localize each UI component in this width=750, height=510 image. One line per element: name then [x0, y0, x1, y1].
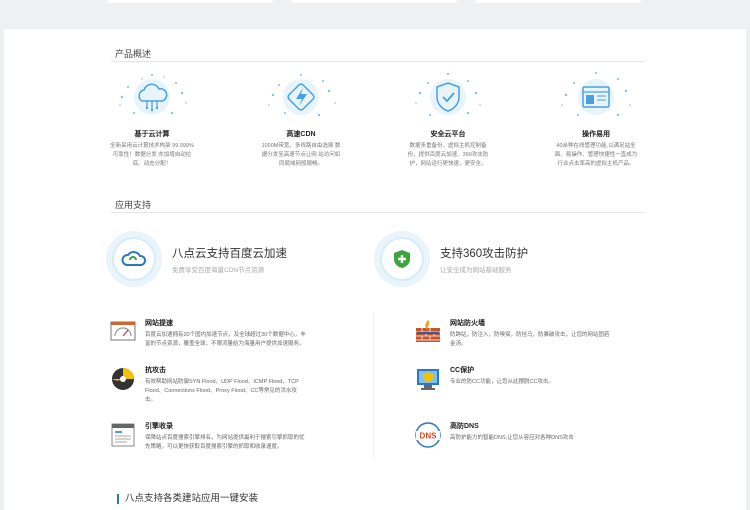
top-card — [475, 0, 641, 3]
feature-title: 安全云平台 — [430, 131, 466, 138]
fast-cdn-icon — [268, 74, 336, 117]
support-item-speed: 网站提速 百度云加速拥有20个国内加速节点，及全球超过30个数据中心，丰 富的节点… — [109, 318, 365, 349]
overview-divider — [111, 61, 645, 62]
overview-title: 产品概述 — [115, 49, 152, 59]
feature-title: 基于云计算 — [134, 131, 170, 138]
feature-desc: 40余种在线管理功能,以满足站全 面、易操作、管理快捷性一直成为 行业点击率高的虚拟… — [554, 143, 638, 167]
feature-title: 高速CDN — [286, 131, 316, 138]
support-card-title: 八点云支持百度云加速 — [172, 247, 287, 260]
svg-text:DNS: DNS — [420, 432, 438, 441]
firewall-icon — [416, 320, 440, 342]
anti-attack-icon — [112, 368, 134, 390]
feature-easy: 操作易用 40余种在线管理功能,以满足站全 面、易操作、管理快捷性一直成为 行业点击… — [541, 69, 651, 169]
feature-desc: 数据多重备份，虚拟主机控制备 份，提供百度云加速、360攻击防 护，网站运行更快速，… — [407, 143, 489, 167]
feature-desc: 全新采用云计算技术构架 99.999% 可靠性！数据分发 亦加增自动拉 底、动态分配… — [110, 143, 194, 167]
support-divider — [111, 212, 645, 213]
top-card — [107, 0, 273, 3]
item-desc: 有效帮助网站防御SYN Flood、UDP Flood、ICMP Flood、T… — [145, 379, 299, 403]
feature-cloud: 基于云计算 全新采用云计算技术构架 99.999% 可靠性！数据分发 亦加增自动拉… — [97, 69, 207, 169]
support-card-sub: 免费享受百度海量CDN节点资源 — [172, 266, 265, 274]
item-title: 高防DNS — [450, 423, 479, 430]
support-item-cc: CC保护 专业的防CC功能，让您从此摆脱CC攻击。 — [414, 365, 664, 393]
install-section-title: 八点支持各类建站应用一键安装 — [117, 494, 258, 504]
support-title: 应用支持 — [115, 200, 152, 210]
items-divider — [373, 313, 374, 459]
feature-security: 安全云平台 数据多重备份，虚拟主机控制备 份，提供百度云加速、360攻击防 护，网站… — [393, 69, 503, 169]
item-desc: 专业的防CC功能，让您从此摆脱CC攻击。 — [450, 379, 554, 385]
support-card-360: 支持360攻击防护 让安全成为网站基础服务 — [374, 231, 528, 287]
content-panel: 产品概述 基于云计算 全新采用云计算技术构架 99.999% 可靠性！数据分发 亦… — [4, 29, 746, 510]
item-title: 网站防火墙 — [450, 320, 485, 327]
top-strip — [0, 0, 750, 28]
item-desc: 防跨站，防注入，防嗅探，防挂马，防暴破攻击，让您的网站固若 金汤。 — [450, 332, 610, 347]
item-title: 引擎收录 — [145, 423, 173, 430]
item-desc: 高防护能力的智能DNS,让您从容应对各种DNS攻击 — [450, 435, 574, 441]
item-title: 抗攻击 — [145, 367, 166, 374]
support-item-search: 引擎收录 保障站点百度搜索引擎排名，为网站提供最利于搜索引擎抓取的优 先策略，可以… — [109, 421, 365, 452]
search-engine-icon — [111, 423, 135, 447]
support-card-title: 支持360攻击防护 — [440, 247, 529, 260]
feature-cdn: 高速CDN 1000M带宽，多线路自由选择 数据分发至高速节点让网 站访问如 同局… — [246, 69, 356, 169]
feature-title: 操作易用 — [582, 131, 610, 138]
shield-check-icon — [415, 73, 481, 116]
support-item-anti-attack: 抗攻击 有效帮助网站防御SYN Flood、UDP Flood、ICMP Flo… — [109, 365, 365, 405]
cc-protect-icon — [417, 369, 439, 390]
item-title: CC保护 — [450, 367, 475, 374]
support-card-sub: 让安全成为网站基础服务 — [440, 266, 512, 274]
item-desc: 保障站点百度搜索引擎排名，为网站提供最利于搜索引擎抓取的优 先策略，可以更快获取百… — [145, 435, 305, 450]
360-shield-icon — [394, 250, 410, 268]
feature-desc: 1000M带宽，多线路自由选择 数据分发至高速节点让网 站访问如 同局域网般顺畅。 — [261, 143, 341, 167]
dns-icon: DNS — [415, 422, 441, 448]
item-desc: 百度云加速拥有20个国内加速节点，及全球超过30个数据中心，丰 富的节点资源，覆盖… — [145, 332, 306, 347]
top-card — [291, 0, 457, 3]
baidu-cloud-icon — [121, 251, 147, 266]
easy-operation-icon — [561, 72, 631, 117]
website-speed-icon — [110, 321, 136, 341]
item-title: 网站提速 — [145, 320, 173, 327]
support-card-baidu: 八点云支持百度云加速 免费享受百度海量CDN节点资源 — [106, 231, 287, 287]
support-item-firewall: 网站防火墙 防跨站，防注入，防嗅探，防挂马，防暴破攻击，让您的网站固若 金汤。 — [414, 318, 664, 349]
support-item-dns: DNS 高防DNS 高防护能力的智能DNS,让您从容应对各种DNS攻击 — [414, 421, 664, 449]
cloud-computing-icon — [119, 74, 187, 115]
